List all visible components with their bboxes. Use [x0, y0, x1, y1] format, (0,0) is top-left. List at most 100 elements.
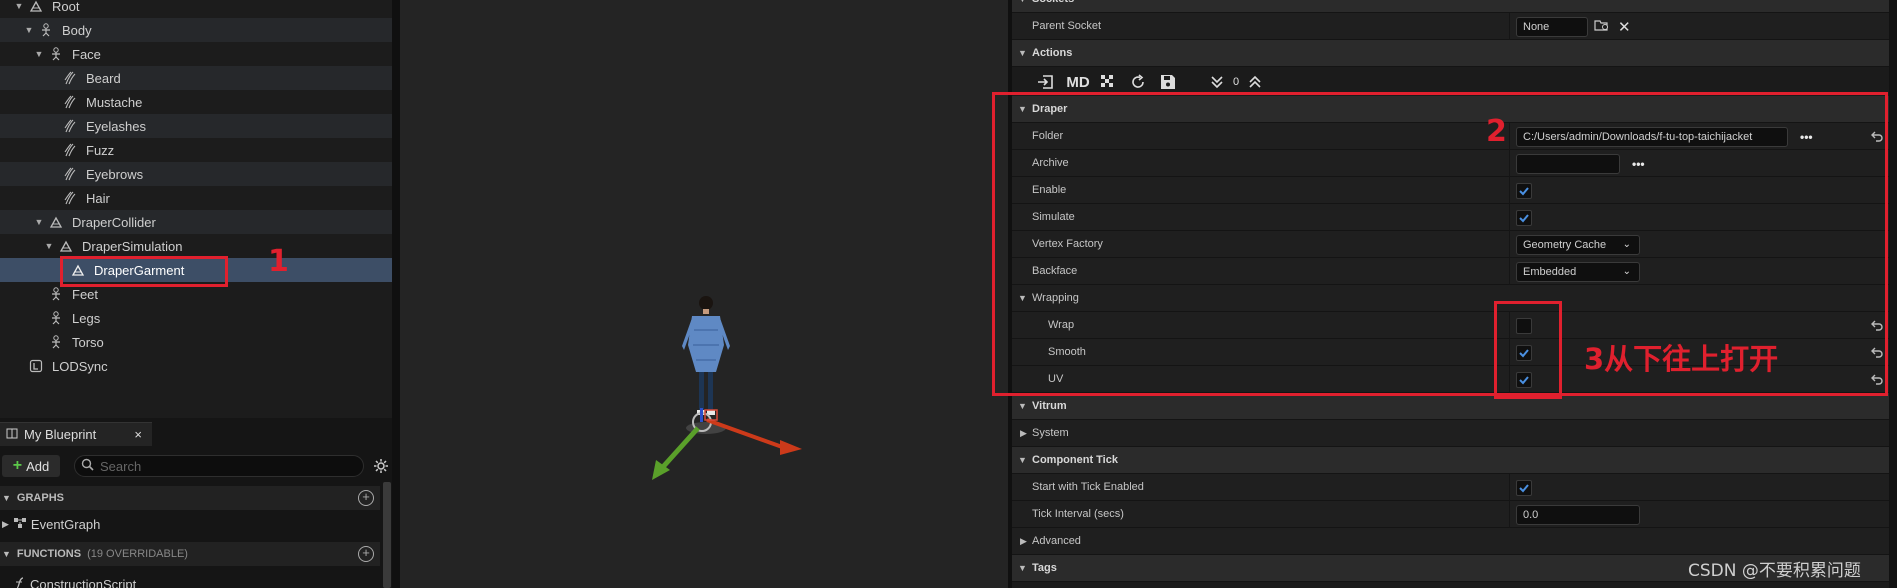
tree-item-drapersimulation[interactable]: ▼ DraperSimulation [0, 234, 392, 258]
search-input[interactable] [100, 458, 340, 474]
tree-item-lodsync[interactable]: LODSync [0, 354, 392, 378]
tree-item-label: Feet [72, 286, 99, 302]
draper-component-icon [58, 238, 74, 254]
value-cell [1516, 474, 1532, 501]
graphs-label: GRAPHS [16, 492, 64, 504]
property-label: Advanced [1032, 535, 1081, 547]
viewport[interactable] [400, 0, 1008, 588]
annotation-number-2: 2 [1486, 114, 1507, 149]
functions-section[interactable]: ▼ FUNCTIONS (19 OVERRIDABLE) + [0, 542, 380, 566]
list-item-eventgraph[interactable]: ▶ EventGraph [0, 512, 380, 536]
tree-item-label: Legs [72, 310, 101, 326]
tree-item-eyebrows[interactable]: Eyebrows [0, 162, 392, 186]
annotation-number-1: 1 [268, 244, 289, 279]
tree-item-mustache[interactable]: Mustache [0, 90, 392, 114]
tree-item-drapercollider[interactable]: ▼ DraperCollider [0, 210, 392, 234]
tab-my-blueprint[interactable]: My Blueprint × [0, 422, 152, 446]
category-sockets[interactable]: ▼ Sockets [1012, 0, 1892, 13]
gear-icon[interactable] [372, 457, 390, 475]
import-icon[interactable] [1036, 72, 1056, 92]
skeletal-mesh-icon [48, 286, 64, 302]
add-graph-icon[interactable]: + [358, 490, 374, 506]
add-button[interactable]: + Add [2, 455, 60, 477]
start-tick-checkbox[interactable] [1516, 479, 1532, 496]
caret-down-icon[interactable]: ▼ [44, 241, 54, 251]
groom-icon [62, 142, 78, 158]
refresh-icon[interactable] [1128, 72, 1148, 92]
caret-right-icon[interactable]: ▶ [2, 519, 9, 530]
tree-item-hair[interactable]: Hair [0, 186, 392, 210]
groom-icon [62, 118, 78, 134]
tree-item-label: DraperCollider [72, 214, 156, 230]
tree-item-torso[interactable]: Torso [0, 330, 392, 354]
tree-item-root[interactable]: ▼ Root [0, 0, 392, 18]
function-icon [14, 576, 26, 588]
property-label: Parent Socket [1032, 20, 1102, 32]
clear-icon[interactable]: ✕ [1618, 18, 1631, 36]
md-button[interactable]: MD [1066, 72, 1090, 92]
divider [1509, 13, 1510, 40]
caret-right-icon: ▶ [1020, 536, 1027, 546]
divider [1509, 501, 1510, 528]
tree-item-fuzz[interactable]: Fuzz [0, 138, 392, 162]
tree-item-label: Torso [72, 334, 104, 350]
add-label: Add [26, 458, 50, 474]
list-item-constructionscript[interactable]: ConstructionScript [0, 572, 380, 588]
tree-item-label: Face [72, 46, 101, 62]
tick-interval-field[interactable]: 0.0 [1516, 504, 1640, 525]
close-icon[interactable]: × [134, 427, 142, 442]
annotation-box-1 [60, 256, 228, 287]
category-label: Actions [1032, 47, 1073, 59]
graphs-section[interactable]: ▼ GRAPHS + [0, 486, 380, 510]
collapse-all-icon[interactable] [1208, 72, 1226, 92]
functions-label: FUNCTIONS [16, 548, 82, 560]
scrollbar[interactable] [1889, 0, 1897, 588]
component-tree: ▼ Root ▼ Body ▼ Face Beard Mustache Eyel… [0, 0, 392, 418]
category-label: Sockets [1032, 0, 1074, 13]
eventgraph-label: EventGraph [30, 516, 101, 532]
value-cell: None ✕ [1516, 13, 1631, 40]
category-component-tick[interactable]: ▼ Component Tick [1012, 447, 1892, 474]
splitter[interactable] [392, 0, 400, 588]
groom-icon [62, 94, 78, 110]
socket-browse-icon[interactable] [1594, 18, 1610, 35]
parent-socket-field[interactable]: None [1516, 16, 1588, 37]
save-icon[interactable] [1158, 72, 1178, 92]
divider [1509, 474, 1510, 501]
mesh-component-icon [28, 0, 44, 14]
caret-down-icon[interactable]: ▼ [34, 49, 44, 59]
caret-down-icon[interactable]: ▼ [14, 1, 24, 11]
groom-icon [62, 190, 78, 206]
scrollbar[interactable] [383, 482, 391, 588]
graph-icon [13, 517, 27, 532]
annotation-text-3: 3从下往上打开 [1584, 342, 1779, 376]
tree-item-label: Fuzz [86, 142, 115, 158]
annotation-box-3 [1494, 301, 1562, 399]
tree-item-legs[interactable]: Legs [0, 306, 392, 330]
tree-item-label: Root [52, 0, 80, 14]
property-label: System [1032, 427, 1069, 439]
caret-down-icon[interactable]: ▼ [24, 25, 34, 35]
search-box[interactable] [74, 455, 364, 477]
tree-item-body[interactable]: ▼ Body [0, 18, 392, 42]
tree-item-eyelashes[interactable]: Eyelashes [0, 114, 392, 138]
checker-icon[interactable] [1098, 72, 1118, 92]
draper-component-icon [48, 214, 64, 230]
category-actions[interactable]: ▼ Actions [1012, 40, 1892, 67]
tree-item-label: LODSync [52, 358, 108, 374]
add-function-icon[interactable]: + [358, 546, 374, 562]
category-label: Vitrum [1032, 400, 1067, 412]
row-system[interactable]: ▶ System [1012, 420, 1892, 447]
tree-item-beard[interactable]: Beard [0, 66, 392, 90]
groom-icon [62, 166, 78, 182]
caret-down-icon: ▼ [1018, 455, 1027, 465]
skeletal-mesh-icon [48, 334, 64, 350]
row-advanced[interactable]: ▶ Advanced [1012, 528, 1892, 555]
category-vitrum[interactable]: ▼ Vitrum [1012, 393, 1892, 420]
my-blueprint-panel: My Blueprint × + Add ▼ GRAPHS + ▶ EventG… [0, 418, 392, 588]
tree-item-face[interactable]: ▼ Face [0, 42, 392, 66]
caret-down-icon: ▼ [1018, 0, 1027, 13]
property-label: Start with Tick Enabled [1032, 481, 1144, 493]
expand-all-icon[interactable] [1246, 72, 1264, 92]
caret-down-icon[interactable]: ▼ [34, 217, 44, 227]
